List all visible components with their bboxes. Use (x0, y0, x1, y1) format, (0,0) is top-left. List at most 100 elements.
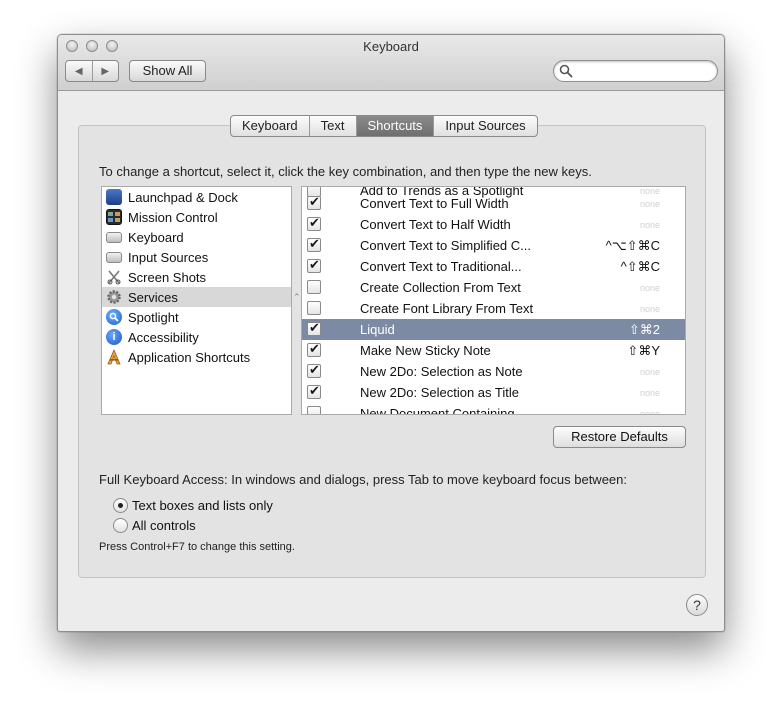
shortcut-label: Convert Text to Half Width (360, 217, 511, 232)
shortcut-label: Create Collection From Text (360, 280, 521, 295)
category-item-application-shortcuts[interactable]: Application Shortcuts (102, 347, 291, 367)
radio-button[interactable] (113, 517, 128, 533)
input-sources-icon (106, 251, 122, 263)
full-keyboard-access-text: Full Keyboard Access: In windows and dia… (99, 472, 627, 487)
keyboard-preferences-window: Keyboard ◀ ▶ Show All Keyboard Text Shor… (57, 34, 725, 632)
shortcut-checkbox[interactable] (307, 236, 321, 252)
shortcut-key[interactable]: ^⇧⌘C (621, 259, 660, 275)
category-item-mission-control[interactable]: Mission Control (102, 207, 291, 227)
show-all-button[interactable]: Show All (129, 60, 206, 82)
shortcut-checkbox[interactable] (307, 362, 321, 378)
shortcut-key[interactable]: none (640, 220, 660, 230)
category-label: Application Shortcuts (128, 349, 251, 365)
shortcut-row[interactable]: Convert Text to Half Width none (302, 214, 685, 235)
forward-arrow-icon: ▶ (101, 65, 110, 77)
shortcut-row[interactable]: Convert Text to Simplified C... ^⌥⇧⌘C (302, 235, 685, 256)
shortcut-label: Create Font Library From Text (360, 301, 534, 316)
shortcut-key[interactable]: ⇧⌘Y (627, 343, 660, 359)
shortcut-label: New 2Do: Selection as Title (360, 385, 519, 400)
title-bar: Keyboard ◀ ▶ Show All (58, 35, 724, 91)
shortcut-row[interactable]: Convert Text to Traditional... ^⇧⌘C (302, 256, 685, 277)
shortcut-row[interactable]: New 2Do: Selection as Note none (302, 361, 685, 382)
shortcut-checkbox[interactable] (307, 194, 321, 210)
shortcut-key[interactable]: none (640, 409, 660, 414)
shortcut-checkbox[interactable] (307, 406, 321, 414)
accessibility-icon: i (106, 329, 122, 345)
category-label: Mission Control (128, 209, 218, 225)
shortcut-row[interactable]: New Document Containing none (302, 403, 685, 415)
tab-input-sources[interactable]: Input Sources (433, 116, 536, 136)
shortcut-key[interactable]: none (640, 304, 660, 314)
back-arrow-icon: ◀ (74, 65, 83, 77)
radio-label: Text boxes and lists only (132, 497, 273, 513)
shortcut-label: New 2Do: Selection as Note (360, 364, 523, 379)
shortcut-label: Convert Text to Traditional... (360, 259, 522, 274)
category-label: Launchpad & Dock (128, 189, 238, 205)
search-field[interactable] (553, 60, 718, 82)
shortcut-checkbox[interactable] (307, 215, 321, 231)
mission-control-icon (106, 209, 122, 225)
shortcut-label: Convert Text to Simplified C... (360, 238, 531, 253)
shortcut-key[interactable]: ⇧⌘2 (629, 322, 660, 338)
category-item-spotlight[interactable]: Spotlight (102, 307, 291, 327)
shortcut-label: Liquid (360, 322, 395, 337)
category-item-keyboard[interactable]: Keyboard (102, 227, 291, 247)
app-shortcuts-icon (106, 349, 122, 365)
search-input[interactable] (576, 63, 711, 79)
back-forward-control: ◀ ▶ (65, 60, 119, 82)
screen-shots-icon (106, 269, 122, 285)
shortcut-row[interactable]: New 2Do: Selection as Title none (302, 382, 685, 403)
category-list: Launchpad & Dock Mission Control Keyboar… (101, 186, 292, 415)
shortcut-label: Convert Text to Full Width (360, 196, 509, 211)
category-label: Services (128, 289, 178, 305)
category-label: Spotlight (128, 309, 179, 325)
launchpad-dock-icon (106, 189, 122, 205)
shortcut-row[interactable]: Make New Sticky Note ⇧⌘Y (302, 340, 685, 361)
shortcut-label: Make New Sticky Note (360, 343, 491, 358)
search-icon (559, 64, 573, 78)
control-f7-note: Press Control+F7 to change this setting. (99, 541, 295, 553)
list-splitter[interactable]: ⌃ (292, 186, 301, 415)
shortcut-checkbox[interactable] (307, 320, 321, 336)
shortcut-row[interactable]: Convert Text to Full Width none (302, 193, 685, 214)
tab-text[interactable]: Text (308, 116, 356, 136)
shortcut-label: New Document Containing (360, 406, 515, 415)
shortcut-row[interactable]: Create Collection From Text none (302, 277, 685, 298)
instructions-text: To change a shortcut, select it, click t… (99, 164, 592, 179)
category-label: Accessibility (128, 329, 199, 345)
shortcut-key[interactable]: none (640, 283, 660, 293)
shortcut-checkbox[interactable] (307, 257, 321, 273)
tab-bar: Keyboard Text Shortcuts Input Sources (230, 115, 538, 137)
category-item-input-sources[interactable]: Input Sources (102, 247, 291, 267)
shortcut-row[interactable]: Create Font Library From Text none (302, 298, 685, 319)
category-label: Input Sources (128, 249, 209, 265)
forward-button[interactable]: ▶ (91, 61, 119, 81)
shortcut-key[interactable]: none (640, 367, 660, 377)
spotlight-icon (106, 309, 122, 325)
radio-all-controls[interactable]: All controls (113, 516, 196, 534)
category-item-services[interactable]: Services (102, 287, 291, 307)
category-label: Keyboard (128, 229, 184, 245)
shortcut-key[interactable]: none (640, 199, 660, 209)
shortcut-row-selected[interactable]: Liquid ⇧⌘2 (302, 319, 685, 340)
shortcut-checkbox[interactable] (307, 280, 321, 294)
category-item-launchpad-dock[interactable]: Launchpad & Dock (102, 187, 291, 207)
shortcut-checkbox[interactable] (307, 301, 321, 315)
shortcut-checkbox[interactable] (307, 383, 321, 399)
tab-shortcuts[interactable]: Shortcuts (355, 116, 434, 136)
shortcut-checkbox[interactable] (307, 341, 321, 357)
category-label: Screen Shots (128, 269, 207, 285)
category-item-accessibility[interactable]: i Accessibility (102, 327, 291, 347)
tab-keyboard[interactable]: Keyboard (231, 116, 309, 136)
window-title: Keyboard (363, 39, 419, 54)
category-item-screen-shots[interactable]: Screen Shots (102, 267, 291, 287)
shortcut-key[interactable]: none (640, 388, 660, 398)
shortcut-key[interactable]: ^⌥⇧⌘C (606, 238, 660, 254)
radio-text-boxes-and-lists[interactable]: Text boxes and lists only (113, 496, 273, 514)
back-button[interactable]: ◀ (66, 61, 92, 81)
help-button[interactable]: ? (686, 594, 708, 616)
shortcut-list: Add to Trends as a Spotlight none Conver… (301, 186, 686, 415)
keyboard-icon (106, 231, 122, 243)
restore-defaults-button[interactable]: Restore Defaults (553, 426, 686, 448)
radio-button[interactable] (113, 497, 128, 513)
